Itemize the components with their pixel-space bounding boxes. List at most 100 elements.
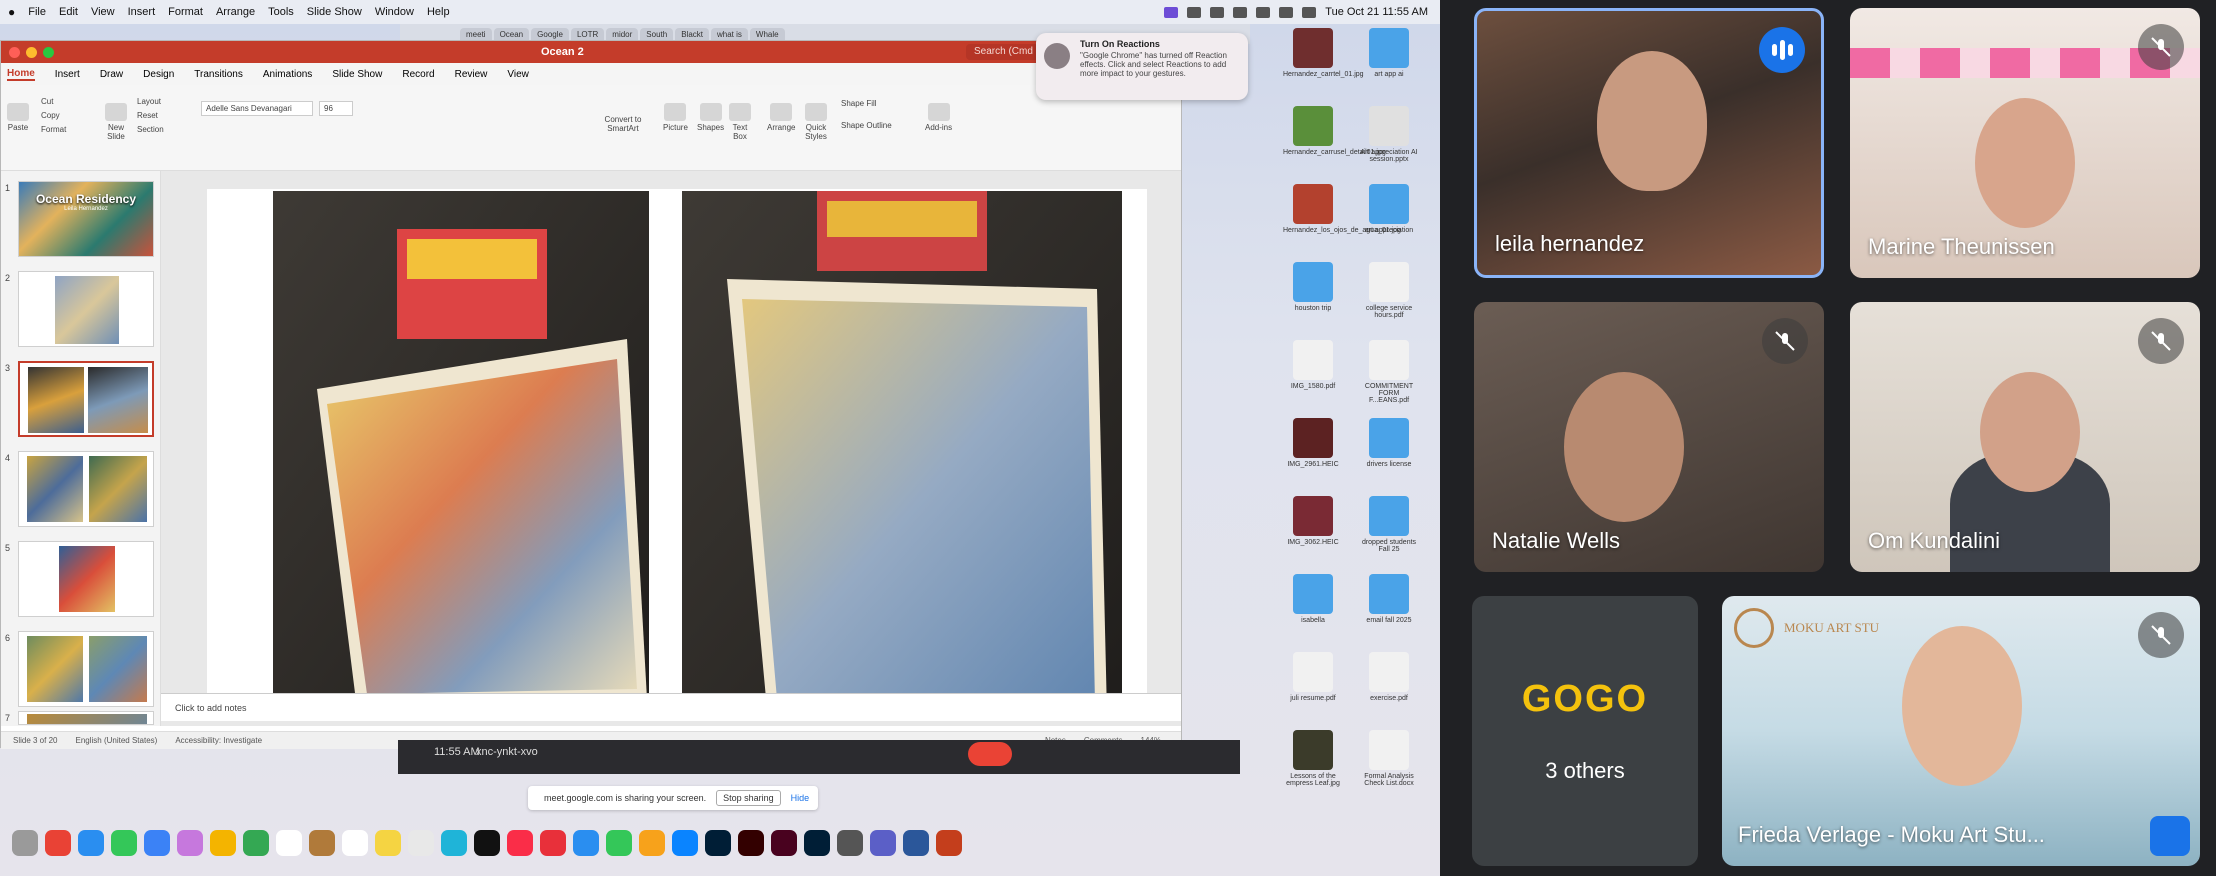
status-icon[interactable] <box>1210 6 1225 18</box>
desktop-file[interactable]: dropped students Fall 25 <box>1359 496 1419 553</box>
desktop-file[interactable]: IMG_2961.HEIC <box>1283 418 1343 468</box>
menu-slide-show[interactable]: Slide Show <box>307 6 362 18</box>
dock-app-icon[interactable] <box>705 830 731 856</box>
minimize-icon[interactable] <box>26 46 37 58</box>
shape-outline-button[interactable]: Shape Outline <box>841 121 892 130</box>
dock-app-icon[interactable] <box>276 830 302 856</box>
screen-share-icon[interactable] <box>1164 6 1179 18</box>
dock-app-icon[interactable] <box>210 830 236 856</box>
tab-transitions[interactable]: Transitions <box>194 69 243 80</box>
menu-window[interactable]: Window <box>375 6 414 18</box>
dock-app-icon[interactable] <box>606 830 632 856</box>
reactions-notification[interactable]: Turn On Reactions "Google Chrome" has tu… <box>1036 33 1248 100</box>
slide-thumb-2[interactable] <box>18 271 154 347</box>
reset-button[interactable]: Reset <box>137 111 158 120</box>
leave-call-button[interactable] <box>968 742 1012 766</box>
chrome-tab[interactable]: Blackt <box>675 27 709 41</box>
dock-app-icon[interactable] <box>177 830 203 856</box>
dock-app-icon[interactable] <box>573 830 599 856</box>
tab-slide-show[interactable]: Slide Show <box>332 69 382 80</box>
dock-app-icon[interactable] <box>639 830 665 856</box>
tab-view[interactable]: View <box>507 69 529 80</box>
convert-smartart-button[interactable]: Convert to SmartArt <box>601 115 645 133</box>
dock-app-icon[interactable] <box>78 830 104 856</box>
menu-edit[interactable]: Edit <box>59 6 78 18</box>
notes-pane[interactable]: Click to add notes <box>161 693 1181 721</box>
tab-animations[interactable]: Animations <box>263 69 312 80</box>
font-size-select[interactable]: 96 <box>319 101 353 116</box>
chrome-tab[interactable]: Whale <box>749 27 785 41</box>
desktop-file[interactable]: Hernandez_carrusel_detail01.jpg <box>1283 106 1386 156</box>
dock-app-icon[interactable] <box>441 830 467 856</box>
shapes-button[interactable]: Shapes <box>697 103 724 132</box>
slide-thumb-4[interactable] <box>18 451 154 527</box>
desktop-file[interactable]: drivers license <box>1359 418 1419 468</box>
layout-button[interactable]: Layout <box>137 97 161 106</box>
menu-insert[interactable]: Insert <box>128 6 156 18</box>
slide-thumb-5[interactable] <box>18 541 154 617</box>
add-ins-button[interactable]: Add-ins <box>925 103 952 132</box>
desktop-file[interactable]: Hernandez_los_ojos_de_agua_01.jpg <box>1283 184 1401 234</box>
dock-app-icon[interactable] <box>342 830 368 856</box>
desktop-file[interactable]: art appreciation <box>1359 184 1419 234</box>
menu-file[interactable]: File <box>28 6 46 18</box>
tab-insert[interactable]: Insert <box>55 69 80 80</box>
chrome-tab[interactable]: South <box>640 27 674 41</box>
picture-button[interactable]: Picture <box>663 103 688 132</box>
tab-record[interactable]: Record <box>402 69 434 80</box>
dock-app-icon[interactable] <box>771 830 797 856</box>
dock-app-icon[interactable] <box>870 830 896 856</box>
desktop-file[interactable]: Formal Analysis Check List.docx <box>1359 730 1419 787</box>
font-name-select[interactable]: Adelle Sans Devanagari <box>201 101 313 116</box>
chrome-tab[interactable]: Google <box>531 27 569 41</box>
dock-app-icon[interactable] <box>45 830 71 856</box>
menu-tools[interactable]: Tools <box>268 6 294 18</box>
desktop-file[interactable]: email fall 2025 <box>1359 574 1419 624</box>
zoom-icon[interactable] <box>43 46 54 58</box>
desktop-file[interactable]: exercise.pdf <box>1359 652 1419 702</box>
chrome-tab[interactable]: LOTR <box>570 27 605 41</box>
tab-review[interactable]: Review <box>455 69 488 80</box>
chrome-tab[interactable]: midor <box>606 27 639 41</box>
participant-tile-frieda[interactable]: MOKU ART STU Frieda Verlage - Moku Art S… <box>1722 596 2200 866</box>
language-indicator[interactable]: English (United States) <box>75 736 157 745</box>
slide-thumb-3[interactable] <box>18 361 154 437</box>
crop-icon[interactable] <box>2150 816 2190 856</box>
slide-thumb-6[interactable] <box>18 631 154 707</box>
tab-design[interactable]: Design <box>143 69 174 80</box>
dock-app-icon[interactable] <box>903 830 929 856</box>
accessibility-indicator[interactable]: Accessibility: Investigate <box>175 736 262 745</box>
cut-button[interactable]: Cut <box>41 97 53 106</box>
dock-app-icon[interactable] <box>243 830 269 856</box>
hide-button[interactable]: Hide <box>791 793 810 803</box>
dock-app-icon[interactable] <box>375 830 401 856</box>
status-icon[interactable] <box>1233 6 1248 18</box>
shape-fill-button[interactable]: Shape Fill <box>841 99 877 108</box>
current-slide[interactable] <box>207 189 1147 719</box>
tab-home[interactable]: Home <box>7 68 35 81</box>
close-icon[interactable] <box>9 46 20 58</box>
dock-app-icon[interactable] <box>837 830 863 856</box>
new-slide-button[interactable]: New Slide <box>101 103 131 141</box>
desktop-file[interactable]: Hernandez_carrtel_01.jpg <box>1283 28 1364 78</box>
apple-icon[interactable]: ● <box>8 5 15 19</box>
slide-thumb-1[interactable]: Ocean Residency Leila Hernandez <box>18 181 154 257</box>
dock-app-icon[interactable] <box>144 830 170 856</box>
dock-app-icon[interactable] <box>408 830 434 856</box>
text-box-button[interactable]: Text Box <box>729 103 751 141</box>
desktop-file[interactable]: houston trip <box>1283 262 1343 312</box>
menu-arrange[interactable]: Arrange <box>216 6 255 18</box>
desktop-file[interactable]: IMG_1580.pdf <box>1283 340 1343 390</box>
quick-styles-button[interactable]: Quick Styles <box>803 103 829 141</box>
search-icon[interactable] <box>1279 6 1294 18</box>
dock-app-icon[interactable] <box>474 830 500 856</box>
section-button[interactable]: Section <box>137 125 164 134</box>
desktop-file[interactable]: isabella <box>1283 574 1343 624</box>
desktop-file[interactable]: juli resume.pdf <box>1283 652 1343 702</box>
dock-app-icon[interactable] <box>507 830 533 856</box>
desktop-file[interactable]: Art appreciation AI session.pptx <box>1359 106 1419 163</box>
menu-view[interactable]: View <box>91 6 115 18</box>
dock-app-icon[interactable] <box>936 830 962 856</box>
participant-tile-leila[interactable]: leila hernandez <box>1474 8 1824 278</box>
dock-app-icon[interactable] <box>540 830 566 856</box>
